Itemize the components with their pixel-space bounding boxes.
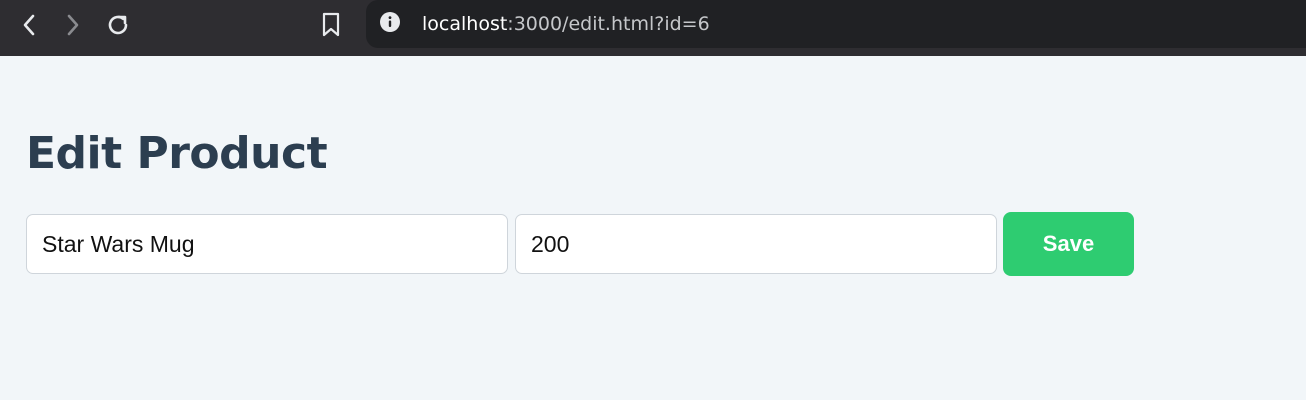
back-button[interactable] <box>12 9 46 41</box>
product-name-input[interactable] <box>26 214 508 274</box>
url-host: localhost <box>422 13 508 35</box>
forward-button[interactable] <box>56 9 90 41</box>
address-bar[interactable]: localhost:3000/edit.html?id=6 <box>366 0 1306 48</box>
bookmark-button[interactable] <box>314 9 348 41</box>
browser-toolbar: localhost:3000/edit.html?id=6 <box>0 0 1306 56</box>
info-icon[interactable] <box>380 12 400 32</box>
page-title: Edit Product <box>26 128 328 179</box>
reload-icon <box>108 15 128 35</box>
reload-button[interactable] <box>101 9 135 41</box>
bookmark-icon <box>322 12 340 37</box>
url-path: :3000/edit.html?id=6 <box>507 13 710 35</box>
chevron-right-icon <box>67 14 79 36</box>
chevron-left-icon <box>23 14 35 36</box>
url-text[interactable]: localhost:3000/edit.html?id=6 <box>422 13 710 35</box>
product-price-input[interactable] <box>515 214 997 274</box>
save-button[interactable]: Save <box>1003 212 1134 276</box>
